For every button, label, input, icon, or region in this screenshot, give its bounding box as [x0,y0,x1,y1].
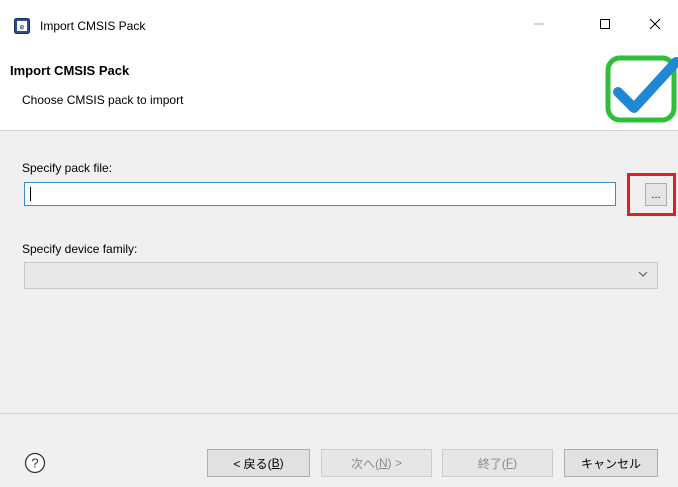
finish-button[interactable]: 終了(F) [442,449,553,477]
chevron-down-icon [637,268,649,280]
device-family-label: Specify device family: [22,242,138,256]
wizard-header: Import CMSIS Pack Choose CMSIS pack to i… [0,50,678,131]
device-family-select[interactable] [24,262,658,289]
back-button-suffix: ) [279,456,284,470]
finish-button-mnemonic: F [505,456,514,470]
checkmark-logo-icon [604,52,678,126]
pack-file-input[interactable] [24,182,616,206]
minimize-icon [533,17,545,35]
help-icon[interactable]: ? [24,452,46,474]
window-title-bar: e Import CMSIS Pack [0,0,678,50]
close-button[interactable] [632,8,678,44]
next-button[interactable]: 次へ(N) > [321,449,432,477]
pack-file-label: Specify pack file: [22,161,113,175]
back-button-mnemonic: B [271,456,280,470]
svg-text:?: ? [31,456,38,471]
finish-button-label: 終了( [477,456,506,471]
close-icon [649,17,661,35]
text-caret [30,187,31,201]
app-icon: e [14,18,30,34]
back-button-label: < 戻る( [233,456,272,471]
next-button-suffix: ) > [387,456,402,470]
minimize-button[interactable] [516,8,562,44]
highlight-annotation [627,173,676,216]
page-title: Import CMSIS Pack [10,63,130,78]
back-button[interactable]: < 戻る(B) [207,449,310,477]
maximize-button[interactable] [582,8,628,44]
next-button-label: 次へ( [350,456,379,471]
page-description: Choose CMSIS pack to import [22,93,184,107]
maximize-icon [599,17,611,35]
cancel-button[interactable]: キャンセル [564,449,658,477]
wizard-footer: ? < 戻る(B) 次へ(N) > 終了(F) キャンセル [0,413,678,487]
svg-text:e: e [20,23,25,32]
wizard-content: Specify pack file: ... Specify device fa… [0,131,678,413]
window-title: Import CMSIS Pack [40,19,146,33]
next-button-mnemonic: N [378,456,388,470]
finish-button-suffix: ) [513,456,518,470]
